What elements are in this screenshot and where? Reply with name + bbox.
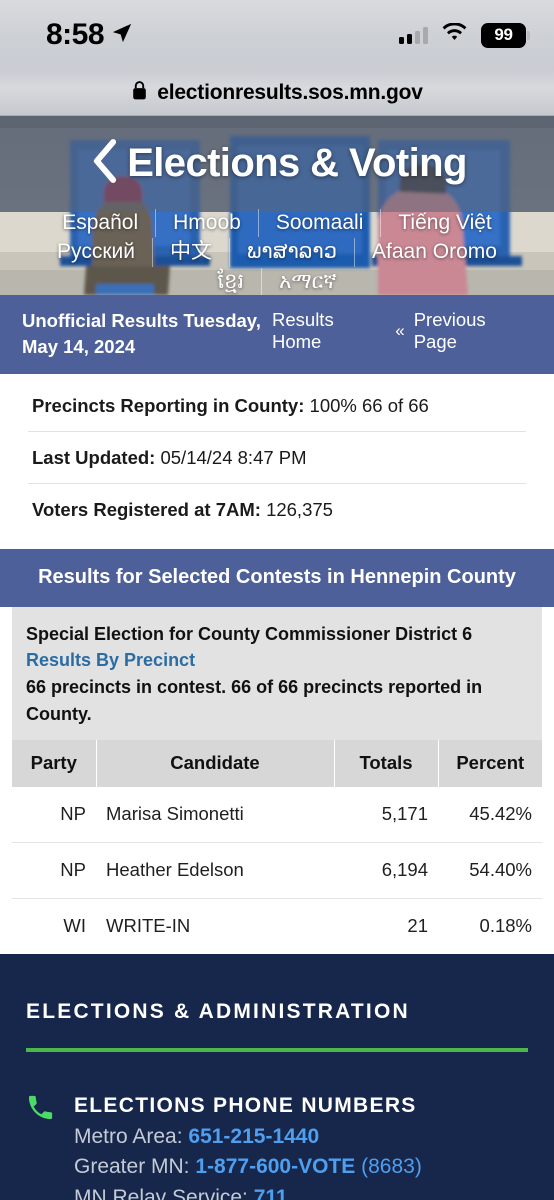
phone-numbers-heading: ELECTIONS PHONE NUMBERS: [74, 1094, 417, 1118]
contest-card: Special Election for County Commissioner…: [12, 607, 542, 741]
greater-mn-number[interactable]: 1-877-600-VOTE: [195, 1155, 355, 1178]
results-header-bar: Unofficial Results Tuesday, May 14, 2024…: [0, 295, 554, 375]
results-home-link[interactable]: Results Home: [272, 309, 386, 353]
language-row-1: Español Hmoob Soomaali Tiếng Việt: [45, 209, 509, 238]
lock-icon: [131, 80, 148, 106]
table-header-row: Party Candidate Totals Percent: [12, 740, 542, 788]
double-chevron-left-icon: «: [395, 321, 405, 340]
page-title: Elections & Voting: [127, 141, 467, 185]
precinct-summary-text: 66 precincts in contest. 66 of 66 precin…: [26, 677, 483, 725]
language-link-afaan-oromo[interactable]: Afaan Oromo: [354, 238, 514, 267]
status-bar-right: 99: [399, 22, 530, 48]
table-row: NP Heather Edelson 6,194 54.40%: [12, 842, 542, 900]
url-text: electionresults.sos.mn.gov: [157, 80, 423, 104]
results-table-body: NP Marisa Simonetti 5,171 45.42% NP Heat…: [12, 787, 542, 954]
table-row: WI WRITE-IN 21 0.18%: [12, 899, 542, 955]
footer-heading: ELECTIONS & ADMINISTRATION: [26, 1000, 410, 1024]
language-link-hmoob[interactable]: Hmoob: [155, 209, 258, 238]
browser-url-bar[interactable]: electionresults.sos.mn.gov: [0, 70, 554, 116]
language-link-amharic[interactable]: አማርኛ: [261, 267, 354, 295]
location-arrow-icon: [111, 22, 133, 49]
ios-status-bar: 8:58 99: [0, 0, 554, 70]
site-footer: ELECTIONS & ADMINISTRATION ELECTIONS PHO…: [0, 954, 554, 1200]
cell-party: WI: [63, 915, 86, 937]
language-link-soomaali[interactable]: Soomaali: [257, 209, 381, 238]
cell-totals: 5,171: [334, 787, 438, 844]
metro-phone-label: Metro Area:: [74, 1124, 189, 1148]
cell-totals: 6,194: [334, 842, 438, 900]
info-value: 05/14/24 8:47 PM: [160, 447, 307, 469]
language-link-chinese[interactable]: 中文: [151, 238, 229, 267]
elections-phone-numbers-block: ELECTIONS PHONE NUMBERS Metro Area: 651-…: [26, 1090, 528, 1200]
info-row-voters-registered: Voters Registered at 7AM: 126,375: [28, 484, 526, 535]
relay-service-line: MN Relay Service: 711: [74, 1183, 528, 1200]
battery-level-label: 99: [494, 25, 513, 44]
metro-phone-number[interactable]: 651-215-1440: [188, 1125, 319, 1148]
results-nav-links: Results Home « Previous Page: [272, 308, 532, 353]
status-bar-left: 8:58: [46, 18, 133, 52]
info-label: Last Updated:: [32, 447, 156, 469]
column-header-percent: Percent: [438, 740, 542, 788]
info-row-last-updated: Last Updated: 05/14/24 8:47 PM: [28, 432, 526, 485]
county-summary-info: Precincts Reporting in County: 100% 66 o…: [0, 374, 554, 550]
info-label: Precincts Reporting in County:: [32, 395, 305, 417]
language-link-russian[interactable]: Русский: [40, 238, 152, 266]
cell-percent: 0.18%: [479, 915, 532, 937]
phone-screen: 8:58 99 electionresults.sos.mn.gov Elect…: [0, 0, 554, 1200]
info-label: Voters Registered at 7AM:: [32, 499, 261, 521]
results-table-header: Party Candidate Totals Percent: [12, 740, 542, 788]
selected-contests-bar: Results for Selected Contests in Hennepi…: [0, 549, 554, 608]
cell-percent: 45.42%: [438, 787, 542, 844]
greater-mn-number-suffix: (8683): [355, 1155, 422, 1179]
info-value: 100% 66 of 66: [309, 395, 429, 417]
relay-service-number[interactable]: 711: [254, 1186, 288, 1200]
wifi-icon: [442, 22, 467, 47]
previous-page-link[interactable]: Previous Page: [414, 309, 532, 353]
language-link-espanol[interactable]: Español: [45, 209, 155, 237]
greater-mn-phone-line: Greater MN: 1-877-600-VOTE (8683): [74, 1152, 528, 1182]
results-table: Party Candidate Totals Percent NP Marisa…: [12, 740, 542, 954]
cell-party: NP: [12, 787, 96, 844]
greater-mn-label: Greater MN:: [74, 1155, 196, 1179]
cell-party: NP: [12, 842, 96, 900]
cell-candidate: WRITE-IN: [106, 915, 191, 937]
relay-service-label: MN Relay Service:: [74, 1185, 254, 1200]
cell-candidate: Heather Edelson: [96, 842, 334, 900]
back-chevron-icon[interactable]: [87, 138, 123, 189]
cell-percent: 54.40%: [438, 842, 542, 900]
language-links: Español Hmoob Soomaali Tiếng Việt Русски…: [0, 209, 554, 295]
cellular-signal-icon: [399, 26, 428, 44]
contest-title: Special Election for County Commissioner…: [26, 624, 473, 645]
language-link-khmer[interactable]: ខ្មែរ: [200, 268, 261, 295]
battery-indicator: 99: [481, 22, 530, 48]
table-row: NP Marisa Simonetti 5,171 45.42%: [12, 787, 542, 844]
language-row-3: ខ្មែរ አማርኛ: [200, 267, 354, 295]
results-date-heading: Unofficial Results Tuesday, May 14, 2024: [22, 310, 261, 357]
phone-numbers-body: ELECTIONS PHONE NUMBERS Metro Area: 651-…: [74, 1090, 528, 1200]
column-header-party: Party: [12, 740, 97, 788]
page-hero-header: Elections & Voting Español Hmoob Soomaal…: [0, 116, 554, 295]
cell-candidate: Marisa Simonetti: [96, 787, 334, 844]
cell-totals: 21: [407, 915, 428, 937]
metro-phone-line: Metro Area: 651-215-1440: [74, 1122, 528, 1152]
status-bar-clock: 8:58: [46, 18, 105, 51]
info-value: 126,375: [266, 499, 333, 521]
results-by-precinct-link[interactable]: Results By Precinct: [26, 647, 195, 674]
hero-title-row: Elections & Voting: [0, 138, 554, 189]
results-table-wrap: Party Candidate Totals Percent NP Marisa…: [12, 740, 542, 955]
language-link-lao[interactable]: ພາສາລາວ: [228, 238, 354, 267]
phone-icon: [26, 1090, 56, 1127]
language-link-tieng-viet[interactable]: Tiếng Việt: [380, 209, 508, 238]
footer-divider: [26, 1048, 528, 1053]
info-row-precincts-reporting: Precincts Reporting in County: 100% 66 o…: [28, 380, 526, 433]
column-header-candidate: Candidate: [96, 740, 335, 788]
language-row-2: Русский 中文 ພາສາລາວ Afaan Oromo: [40, 238, 514, 267]
column-header-totals: Totals: [334, 740, 439, 788]
